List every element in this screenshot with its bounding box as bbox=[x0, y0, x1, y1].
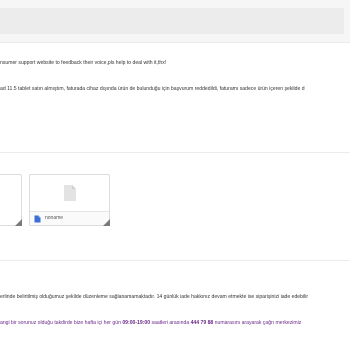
attachment-card[interactable]: noname bbox=[29, 174, 110, 226]
header-bar bbox=[0, 8, 344, 34]
header-band bbox=[0, 0, 350, 43]
contact-text-b: saatleri arasında bbox=[150, 320, 191, 326]
page-fold-icon bbox=[103, 219, 110, 226]
attachment-card-partial[interactable] bbox=[0, 174, 22, 226]
contact-phone[interactable]: 444 79 88 bbox=[191, 320, 214, 326]
attachment-footer: noname bbox=[30, 211, 109, 225]
contact-text: angi bir sorunuz olduğu takdirde bize ha… bbox=[0, 320, 301, 327]
support-message-text: nsumer support website to feedback their… bbox=[0, 60, 167, 66]
contact-hours: 09:00-19:00 bbox=[122, 320, 151, 326]
section-divider bbox=[0, 152, 350, 153]
complaint-text: ad 11.5 tablet satın almıştım, faturada … bbox=[0, 86, 305, 92]
attachment-name[interactable]: noname bbox=[45, 215, 63, 222]
page-fold-icon bbox=[15, 219, 22, 226]
policy-text: erlinde belirtilmiş olduğumuz şekilde dü… bbox=[0, 294, 309, 300]
contact-text-a: angi bir sorunuz olduğu takdirde bize ha… bbox=[0, 320, 123, 326]
document-placeholder-icon bbox=[64, 185, 76, 201]
section-divider bbox=[0, 260, 350, 261]
contact-text-c: numarasını arayarak çağrı merkezimiz bbox=[213, 320, 302, 326]
document-icon bbox=[34, 215, 41, 223]
